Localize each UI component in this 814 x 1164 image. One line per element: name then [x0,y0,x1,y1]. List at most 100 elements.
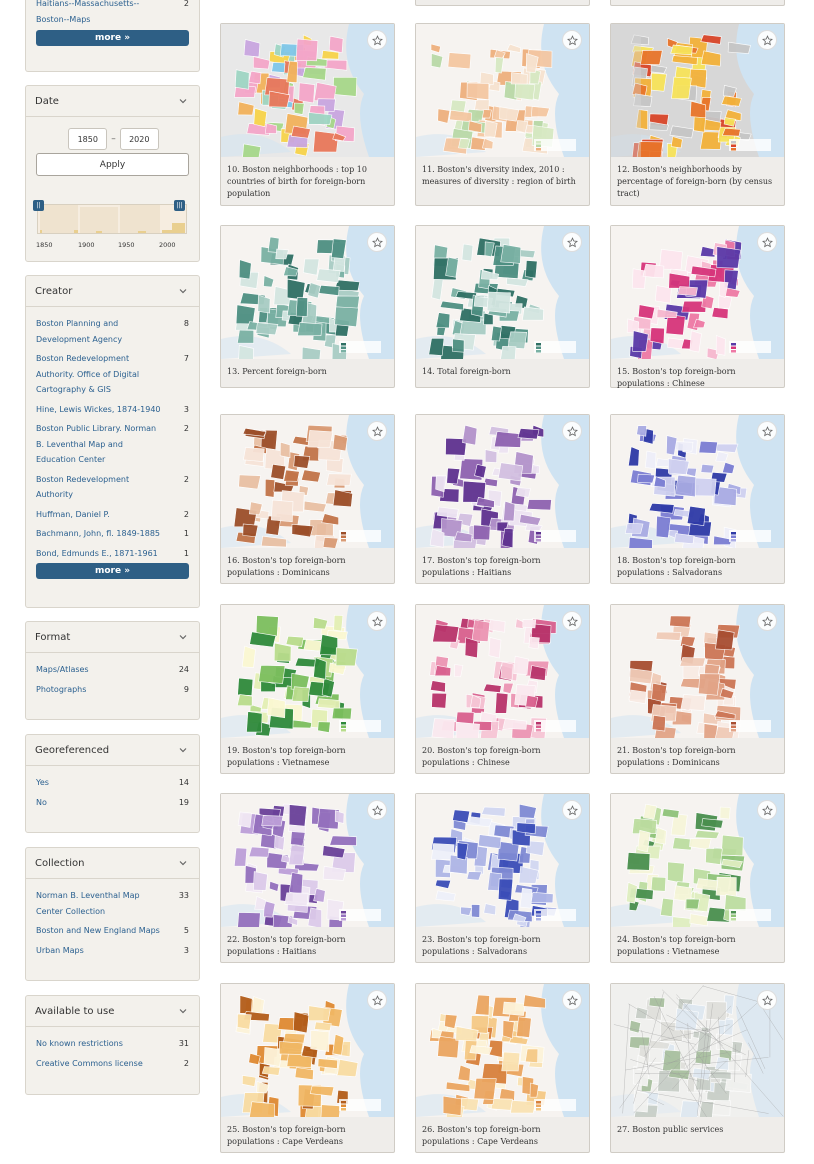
result-card-previous[interactable] [415,0,590,6]
star-outline-icon[interactable] [367,800,387,820]
map-thumbnail[interactable] [416,605,589,738]
facet-item-label[interactable]: Haitians--Massachusetts-- [36,0,164,12]
facet-item-label[interactable]: Boston Planning and Development Agency [36,316,164,347]
map-thumbnail[interactable] [221,415,394,548]
result-card[interactable]: 13. Percent foreign-born [220,225,395,388]
facet-item[interactable]: No 19 [36,795,189,811]
facet-item[interactable]: Boston Redevelopment Authority 2 [36,472,189,503]
result-title[interactable]: 18. Boston's top foreign-born population… [611,548,784,579]
star-outline-icon[interactable] [367,611,387,631]
star-outline-icon[interactable] [562,990,582,1010]
map-thumbnail[interactable] [221,24,394,157]
chevron-down-icon[interactable] [177,285,189,297]
range-handle-icon[interactable]: || [33,200,44,211]
result-title[interactable]: 24. Boston's top foreign-born population… [611,927,784,958]
facet-item-label[interactable]: Yes [36,775,164,791]
facet-item-label[interactable]: Maps/Atlases [36,662,164,678]
facet-item[interactable]: Photographs 9 [36,682,189,698]
result-card[interactable]: 19. Boston's top foreign-born population… [220,604,395,774]
result-title[interactable]: 25. Boston's top foreign-born population… [221,1117,394,1148]
star-outline-icon[interactable] [757,611,777,631]
more-creators-button[interactable]: more » [36,563,189,579]
result-card[interactable]: 17. Boston's top foreign-born population… [415,414,590,584]
facet-header[interactable]: Georeferenced [26,735,199,766]
result-title[interactable]: 27. Boston public services [611,1117,784,1136]
facet-item-label[interactable]: Bond, Edmunds E., 1871-1961 [36,546,164,562]
apply-date-button[interactable]: Apply [36,153,189,176]
result-card[interactable]: 10. Boston neighborhoods : top 10 countr… [220,23,395,206]
facet-header[interactable]: Creator [26,276,199,307]
star-outline-icon[interactable] [562,800,582,820]
date-to-input[interactable] [119,128,159,150]
facet-item-label[interactable]: Boston Redevelopment Authority. Office o… [36,351,164,398]
map-thumbnail[interactable] [221,605,394,738]
result-card[interactable]: 21. Boston's top foreign-born population… [610,604,785,774]
facet-item[interactable]: No known restrictions 31 [36,1036,189,1052]
star-outline-icon[interactable] [757,421,777,441]
result-title[interactable]: 13. Percent foreign-born [221,359,394,378]
facet-header[interactable]: Date [26,86,199,117]
facet-item-label[interactable]: Bachmann, John, fl. 1849-1885 [36,526,164,542]
facet-item[interactable]: Maps/Atlases 24 [36,662,189,678]
facet-item-label[interactable]: Boston Redevelopment Authority [36,472,164,503]
result-card[interactable]: 24. Boston's top foreign-born population… [610,793,785,963]
facet-item[interactable]: Yes 14 [36,775,189,791]
result-card[interactable]: 15. Boston's top foreign-born population… [610,225,785,388]
map-thumbnail[interactable] [416,24,589,157]
result-title[interactable]: 26. Boston's top foreign-born population… [416,1117,589,1148]
star-outline-icon[interactable] [562,421,582,441]
date-from-input[interactable] [68,128,108,150]
map-thumbnail[interactable] [611,794,784,927]
chevron-down-icon[interactable] [177,1005,189,1017]
facet-item-label[interactable]: No [36,795,164,811]
result-card[interactable]: 22. Boston's top foreign-born population… [220,793,395,963]
facet-item[interactable]: Haitians--Massachusetts-- 2 [36,0,189,12]
map-thumbnail[interactable] [416,226,589,359]
chevron-down-icon[interactable] [177,857,189,869]
star-outline-icon[interactable] [757,30,777,50]
result-title[interactable]: 21. Boston's top foreign-born population… [611,738,784,769]
result-title[interactable]: 10. Boston neighborhoods : top 10 countr… [221,157,394,200]
star-outline-icon[interactable] [757,990,777,1010]
result-card[interactable]: 14. Total foreign-born [415,225,590,388]
result-title[interactable]: 19. Boston's top foreign-born population… [221,738,394,769]
star-outline-icon[interactable] [562,30,582,50]
result-card[interactable]: 26. Boston's top foreign-born population… [415,983,590,1153]
result-title[interactable]: 17. Boston's top foreign-born population… [416,548,589,579]
star-outline-icon[interactable] [562,232,582,252]
facet-item[interactable]: Creative Commons license 2 [36,1056,189,1072]
facet-item[interactable]: Bond, Edmunds E., 1871-1961 1 [36,546,189,562]
facet-item-label[interactable]: Boston Public Library. Norman B. Leventh… [36,421,164,468]
star-outline-icon[interactable] [367,232,387,252]
facet-item[interactable]: Boston and New England Maps 5 [36,923,189,939]
chevron-down-icon[interactable] [177,631,189,643]
star-outline-icon[interactable] [757,232,777,252]
star-outline-icon[interactable] [757,800,777,820]
result-card[interactable]: 23. Boston's top foreign-born population… [415,793,590,963]
map-thumbnail[interactable] [416,984,589,1117]
result-title[interactable]: 22. Boston's top foreign-born population… [221,927,394,958]
map-thumbnail[interactable] [611,415,784,548]
star-outline-icon[interactable] [367,990,387,1010]
result-card-previous[interactable] [610,0,785,6]
facet-item[interactable]: Boston Redevelopment Authority. Office o… [36,351,189,398]
result-card[interactable]: 25. Boston's top foreign-born population… [220,983,395,1153]
map-thumbnail[interactable] [611,24,784,157]
map-thumbnail[interactable] [416,794,589,927]
facet-item[interactable]: Boston Planning and Development Agency 8 [36,316,189,347]
map-thumbnail[interactable] [416,415,589,548]
result-title[interactable]: 15. Boston's top foreign-born population… [611,359,784,390]
map-thumbnail[interactable] [221,984,394,1117]
result-title[interactable]: 20. Boston's top foreign-born population… [416,738,589,769]
map-thumbnail[interactable] [611,226,784,359]
result-card[interactable]: 20. Boston's top foreign-born population… [415,604,590,774]
result-card[interactable]: 16. Boston's top foreign-born population… [220,414,395,584]
chevron-down-icon[interactable] [177,95,189,107]
star-outline-icon[interactable] [367,30,387,50]
facet-header[interactable]: Format [26,622,199,653]
map-thumbnail[interactable] [611,605,784,738]
result-card[interactable]: 18. Boston's top foreign-born population… [610,414,785,584]
facet-item[interactable]: Boston--Maps [36,12,189,28]
facet-item-label[interactable]: Huffman, Daniel P. [36,507,164,523]
star-outline-icon[interactable] [367,421,387,441]
